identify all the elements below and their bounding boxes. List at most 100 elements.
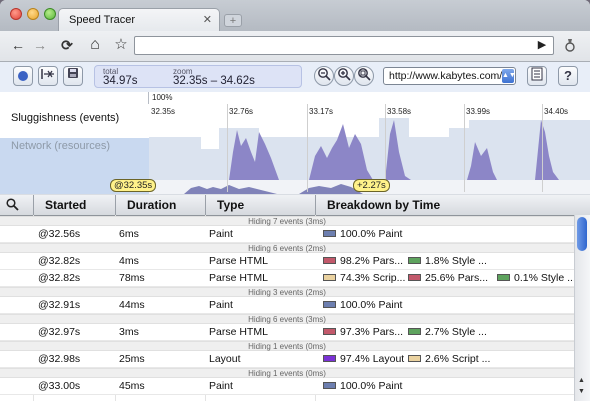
hidden-events-bar[interactable]: Hiding 1 events (0ms) xyxy=(0,341,574,351)
zoom-in-icon[interactable] xyxy=(334,66,354,86)
page-url-select-value: http://www.kabytes.com/ xyxy=(389,70,503,82)
breakdown-text: 97.3% Pars... xyxy=(340,326,404,338)
timeline-overview: Sluggishness (events) Network (resources… xyxy=(0,92,590,194)
duration-cell: 44ms xyxy=(119,299,145,311)
tab-title: Speed Tracer xyxy=(69,14,136,26)
table-header: Started Duration Type Breakdown by Time xyxy=(0,195,590,216)
wrench-menu-icon[interactable] xyxy=(560,37,580,55)
table-row[interactable]: @32.98s 25ms Layout 97.4% Layout 2.6% Script… xyxy=(0,351,574,368)
time-stats: total 34.97s zoom 32.35s – 34.62s xyxy=(94,65,302,88)
breakdown-swatch xyxy=(408,274,421,281)
tick-line xyxy=(307,104,308,192)
column-divider xyxy=(315,195,316,215)
vertical-scrollbar[interactable]: ▲ ▼ xyxy=(574,215,590,401)
total-value: 34.97s xyxy=(103,75,138,87)
started-cell: @32.97s xyxy=(38,326,81,338)
search-icon[interactable] xyxy=(6,198,19,214)
browser-window: Speed Tracer ✕ + ← → ⟳ ⌂ ☆ ▶ total 34.97… xyxy=(0,0,590,401)
save-icon[interactable] xyxy=(63,66,83,86)
hidden-events-bar[interactable]: Hiding 7 events (3ms) xyxy=(0,216,574,226)
zoom-out-icon[interactable] xyxy=(314,66,334,86)
record-icon xyxy=(18,71,28,81)
minimize-window-button[interactable] xyxy=(27,8,39,20)
breakdown-text: 100.0% Paint xyxy=(340,228,403,240)
breakdown-text: 0.1% Style ... xyxy=(514,272,576,284)
hidden-events-bar[interactable]: Hiding 3 events (2ms) xyxy=(0,287,574,297)
title-bar: Speed Tracer ✕ + xyxy=(0,0,590,31)
record-button[interactable] xyxy=(13,66,33,86)
navigation-bar: ← → ⟳ ⌂ ☆ ▶ xyxy=(0,31,590,62)
scroll-down-arrow-icon[interactable]: ▼ xyxy=(578,388,585,395)
close-window-button[interactable] xyxy=(10,8,22,20)
table-row[interactable]: @32.82s 4ms Parse HTML 98.2% Pars... 1.8% St… xyxy=(0,253,574,270)
type-cell: Layout xyxy=(209,353,241,365)
time-tick: 33.58s xyxy=(387,107,412,116)
type-cell: Paint xyxy=(209,299,233,311)
breakdown-swatch xyxy=(408,257,421,264)
breakdown-text: 98.2% Pars... xyxy=(340,255,404,267)
network-label: Network (resources) xyxy=(11,140,111,152)
breakdown-swatch xyxy=(408,328,421,335)
percent-label: 100% xyxy=(152,93,173,102)
hidden-events-bar[interactable]: Hiding 6 events (2ms) xyxy=(0,243,574,253)
time-tick: 33.99s xyxy=(466,107,491,116)
column-started[interactable]: Started xyxy=(45,195,86,215)
forward-button[interactable]: → xyxy=(30,35,50,55)
breakdown-text: 2.7% Style ... xyxy=(425,326,487,338)
duration-cell: 45ms xyxy=(119,380,145,392)
time-tick: 34.40s xyxy=(544,107,569,116)
scrollbar-thumb[interactable] xyxy=(577,217,587,251)
timeline-graph[interactable]: 100% 32.35s 32.76s 33.17s 33.58s 33.99s … xyxy=(110,92,590,194)
column-breakdown[interactable]: Breakdown by Time xyxy=(327,195,440,215)
started-cell: @32.82s xyxy=(38,255,81,267)
table-row[interactable]: @32.97s 3ms Parse HTML 97.3% Pars... 2.7% St… xyxy=(0,324,574,341)
hidden-events-bar[interactable]: Hiding 1 events (0ms) xyxy=(0,368,574,378)
sluggishness-label: Sluggishness (events) xyxy=(11,112,120,124)
started-cell: @32.98s xyxy=(38,353,81,365)
selection-start-marker[interactable]: @32.35s xyxy=(110,179,157,192)
type-cell: Paint xyxy=(209,380,233,392)
tab-speed-tracer[interactable]: Speed Tracer ✕ xyxy=(58,8,220,31)
zoom-fit-icon[interactable] xyxy=(354,66,374,86)
column-divider xyxy=(205,195,206,215)
table-row[interactable]: @32.82s 78ms Parse HTML 74.3% Scrip... 25.6%… xyxy=(0,270,576,287)
breakdown-swatch xyxy=(323,230,336,237)
bookmark-star-icon[interactable]: ☆ xyxy=(111,35,131,55)
duration-cell: 4ms xyxy=(119,255,139,267)
breakdown-text: 25.6% Pars... xyxy=(425,272,489,284)
column-divider xyxy=(115,195,116,215)
new-tab-button[interactable]: + xyxy=(224,14,242,27)
started-cell: @32.82s xyxy=(38,272,81,284)
reload-button[interactable]: ⟳ xyxy=(57,35,77,55)
help-button[interactable]: ? xyxy=(558,66,578,86)
table-row[interactable]: @32.56s 6ms Paint 100.0% Paint xyxy=(0,226,574,243)
report-icon[interactable] xyxy=(527,66,547,86)
table-row[interactable]: @33.00s 45ms Paint 100.0% Paint xyxy=(0,378,574,395)
page-url-select[interactable]: http://www.kabytes.com/ ▲▼ xyxy=(383,67,516,85)
table-row[interactable]: @32.91s 44ms Paint 100.0% Paint xyxy=(0,297,574,314)
zoom-value: 32.35s – 34.62s xyxy=(173,75,255,87)
back-button[interactable]: ← xyxy=(8,35,28,55)
tab-close-icon[interactable]: ✕ xyxy=(203,13,212,26)
breakdown-swatch xyxy=(323,382,336,389)
address-bar[interactable] xyxy=(134,36,554,55)
column-type[interactable]: Type xyxy=(217,195,244,215)
select-arrows-icon: ▲▼ xyxy=(502,69,516,83)
breakdown-text: 97.4% Layout xyxy=(340,353,405,365)
time-tick: 32.35s xyxy=(151,107,176,116)
scroll-up-arrow-icon[interactable]: ▲ xyxy=(578,377,585,384)
breakdown-swatch xyxy=(323,257,336,264)
reset-zoom-icon[interactable] xyxy=(38,66,58,86)
sluggishness-row[interactable]: Sluggishness (events) xyxy=(0,104,149,138)
breakdown-swatch xyxy=(323,328,336,335)
go-button[interactable]: ▶ xyxy=(532,36,552,55)
hidden-events-bar[interactable]: Hiding 6 events (3ms) xyxy=(0,314,574,324)
home-button[interactable]: ⌂ xyxy=(85,35,105,55)
selection-length-marker[interactable]: +2.27s xyxy=(353,179,390,192)
maximize-window-button[interactable] xyxy=(44,8,56,20)
breakdown-text: 2.6% Script ... xyxy=(425,353,491,365)
column-divider xyxy=(33,195,34,215)
tick-line xyxy=(227,104,228,192)
breakdown-text: 74.3% Scrip... xyxy=(340,272,406,284)
column-duration[interactable]: Duration xyxy=(127,195,176,215)
